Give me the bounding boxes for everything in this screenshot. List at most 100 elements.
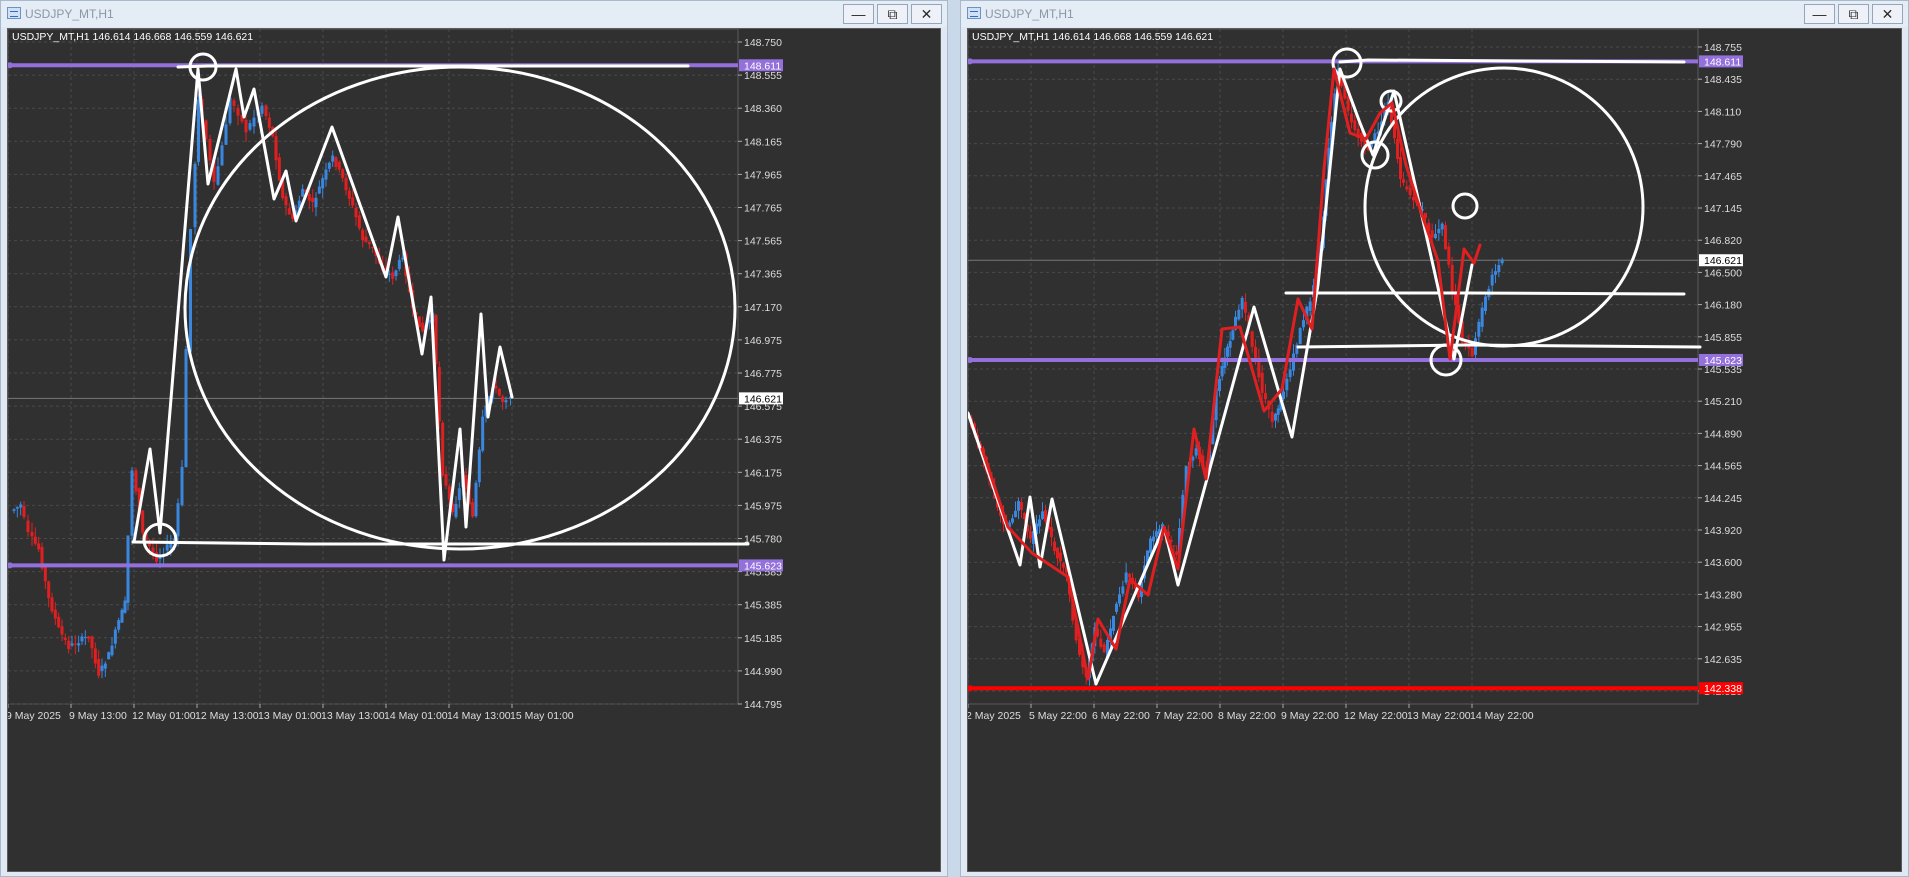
candle-body — [33, 536, 37, 544]
candle-body — [347, 190, 351, 199]
candle-body — [1480, 307, 1484, 327]
time-axis-label: 12 May 22:00 — [1344, 710, 1408, 722]
candle-body — [344, 177, 348, 191]
right-chart-canvas[interactable]: 148.755 148.435 148.110 147.790 147.465 147.1… — [967, 28, 1902, 872]
time-axis-label: 15 May 01:00 — [510, 710, 574, 722]
time-axis-label: 13 May 22:00 — [1407, 710, 1471, 722]
price-axis-label: 148.755 — [1704, 42, 1742, 54]
candle-body — [220, 145, 224, 166]
candle-body — [1218, 378, 1221, 391]
candle-body — [1056, 547, 1059, 559]
candle-body — [110, 645, 114, 656]
candle-body — [120, 609, 124, 623]
right-minimize-button[interactable]: — — [1804, 4, 1835, 24]
candle-body — [1059, 552, 1062, 562]
left-chart-window[interactable]: USDJPY_MT,H1 — ⧉ ✕ 148.750 148.555 148.360… — [0, 0, 948, 877]
left-close-button[interactable]: ✕ — [911, 4, 942, 24]
candle-body — [1240, 298, 1244, 310]
candle-body — [90, 636, 94, 649]
candle-body — [1254, 346, 1257, 358]
candle-body — [1350, 113, 1353, 123]
candle-body — [1402, 179, 1405, 183]
candle-body — [123, 600, 127, 613]
candle-body — [252, 117, 256, 127]
candle-body — [73, 643, 77, 645]
left-symbol-info: USDJPY_MT,H1 146.614 146.668 146.559 146… — [12, 31, 254, 43]
candle-body — [1308, 301, 1312, 311]
candle-body — [1062, 563, 1065, 568]
candle-body — [47, 581, 51, 599]
candle-body — [1497, 265, 1501, 273]
candle-body — [1228, 341, 1232, 348]
candle-body — [327, 162, 331, 169]
candle-body — [351, 197, 355, 206]
candle-body — [1226, 346, 1229, 357]
candle-body — [1155, 531, 1158, 537]
right-maximize-button[interactable]: ⧉ — [1838, 4, 1869, 24]
candle-body — [1124, 572, 1128, 583]
left-chart-canvas[interactable]: 148.750 148.555 148.360 148.165 147.965 147.7… — [7, 28, 941, 872]
candle-body — [1270, 411, 1274, 422]
price-axis-label: 145.975 — [744, 500, 782, 512]
time-axis-label: 5 May 22:00 — [1029, 710, 1087, 722]
candle-body — [1220, 366, 1224, 377]
candle-body — [236, 108, 240, 116]
left-minimize-button[interactable]: — — [843, 4, 874, 24]
candle-body — [193, 163, 197, 228]
candle-body — [57, 616, 61, 628]
candle-body — [12, 509, 16, 511]
candle-body — [1020, 502, 1023, 510]
annotation-mid-line — [1284, 291, 1686, 296]
candle-body — [1128, 573, 1131, 578]
candle-body — [1231, 330, 1235, 340]
left-titlebar[interactable]: USDJPY_MT,H1 — ⧉ ✕ — [1, 1, 947, 27]
candle-body — [87, 636, 91, 639]
candle-body — [1484, 296, 1487, 311]
right-close-button[interactable]: ✕ — [1872, 4, 1903, 24]
candle-body — [1149, 538, 1152, 553]
candle-body — [30, 532, 34, 537]
candle-body — [26, 520, 30, 532]
candle-body — [361, 230, 365, 241]
time-axis-label: 9 May 22:00 — [1281, 710, 1339, 722]
candle-body — [224, 124, 228, 145]
time-axis-label: 13 May 01:00 — [258, 710, 322, 722]
time-axis-label: 14 May 13:00 — [447, 710, 511, 722]
left-maximize-button[interactable]: ⧉ — [877, 4, 908, 24]
price-axis-label: 146.375 — [744, 434, 782, 446]
time-axis-label: 14 May 01:00 — [384, 710, 448, 722]
right-price-chart[interactable]: 148.755 148.435 148.110 147.790 147.465 147.1… — [968, 29, 1902, 872]
time-axis-label: 6 May 22:00 — [1092, 710, 1150, 722]
candle-body — [364, 236, 368, 243]
price-axis-label: 147.365 — [744, 269, 782, 281]
candle-body — [1440, 223, 1444, 230]
candle-body — [321, 178, 325, 189]
candle-body — [130, 470, 134, 536]
candle-body — [176, 503, 180, 537]
left-price-chart[interactable]: 148.750148.555148.360148.165147.965147.7… — [8, 29, 941, 872]
candle-body — [1115, 603, 1118, 612]
candle-body — [100, 665, 104, 672]
candle-body — [1194, 448, 1198, 456]
candle-body — [277, 157, 281, 181]
candle-body — [1437, 228, 1441, 234]
price-axis-label: 143.600 — [1704, 557, 1742, 569]
candle-body — [501, 396, 505, 402]
candle-body — [387, 273, 391, 275]
level-price-label: 148.611 — [744, 60, 781, 72]
candle-body — [107, 652, 111, 660]
price-axis-label: 147.965 — [744, 169, 782, 181]
chart-window-icon — [967, 7, 981, 19]
right-chart-window[interactable]: USDJPY_MT,H1 — ⧉ ✕ 148.755 148.435 148.110… — [960, 0, 1909, 877]
candle-body — [274, 136, 278, 161]
candle-body — [126, 535, 130, 603]
price-axis-label: 147.170 — [744, 302, 782, 314]
candle-body — [314, 197, 318, 208]
right-titlebar[interactable]: USDJPY_MT,H1 — ⧉ ✕ — [961, 1, 1908, 27]
candle-body — [70, 643, 74, 646]
candle-body — [307, 193, 311, 201]
current-price-label: 146.621 — [744, 393, 782, 405]
price-axis-label: 145.855 — [1704, 332, 1742, 344]
candle-body — [1285, 378, 1289, 391]
candle-body — [180, 466, 184, 505]
